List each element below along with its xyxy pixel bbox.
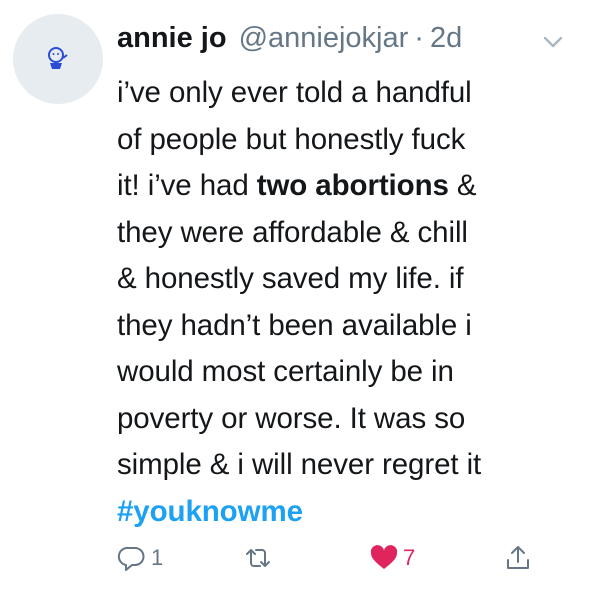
chevron-down-icon[interactable] <box>539 28 567 56</box>
tweet[interactable]: annie jo @anniejokjar · 2d i’ve only eve… <box>0 0 603 592</box>
author-name[interactable]: annie jo <box>117 22 227 55</box>
timestamp[interactable]: 2d <box>430 22 462 55</box>
avatar-doodle-icon <box>48 47 68 69</box>
tweet-line: i’ve only ever told a handful <box>117 76 472 109</box>
tweet-line: simple & i will never regret it <box>117 448 482 481</box>
bold-text: two abortions <box>256 169 449 202</box>
share-icon <box>507 546 529 569</box>
tweet-line: of people but honestly fuck <box>117 122 466 156</box>
tweet-actions: 1 7 <box>117 540 557 576</box>
tweet-line: they were affordable & chill <box>117 215 468 249</box>
like-button[interactable]: 7 <box>369 540 415 576</box>
share-button[interactable] <box>503 540 533 576</box>
tweet-line: #youknowme <box>117 489 587 536</box>
tweet-line: they hadn’t been available i <box>117 308 472 342</box>
reply-button[interactable]: 1 <box>117 540 163 576</box>
reply-icon <box>117 546 145 571</box>
tweet-line: would most certainly be in <box>117 355 454 388</box>
retweet-icon <box>246 549 270 567</box>
author-handle[interactable]: @anniejokjar <box>239 22 409 55</box>
heart-icon <box>370 545 398 569</box>
tweet-header: annie jo @anniejokjar · 2d <box>117 22 583 62</box>
separator-dot: · <box>414 22 424 54</box>
retweet-button[interactable] <box>243 540 273 576</box>
avatar[interactable] <box>13 14 103 104</box>
tweet-text: i’ve only ever told a handful of people … <box>117 70 587 535</box>
tweet-line: poverty or worse. It was so <box>117 401 466 435</box>
like-count: 7 <box>403 545 416 570</box>
reply-count: 1 <box>151 545 164 570</box>
hashtag-link[interactable]: #youknowme <box>117 495 303 528</box>
tweet-line: & honestly saved my life. if <box>117 262 464 295</box>
tweet-line: it! i’ve had two abortions & <box>117 169 477 202</box>
